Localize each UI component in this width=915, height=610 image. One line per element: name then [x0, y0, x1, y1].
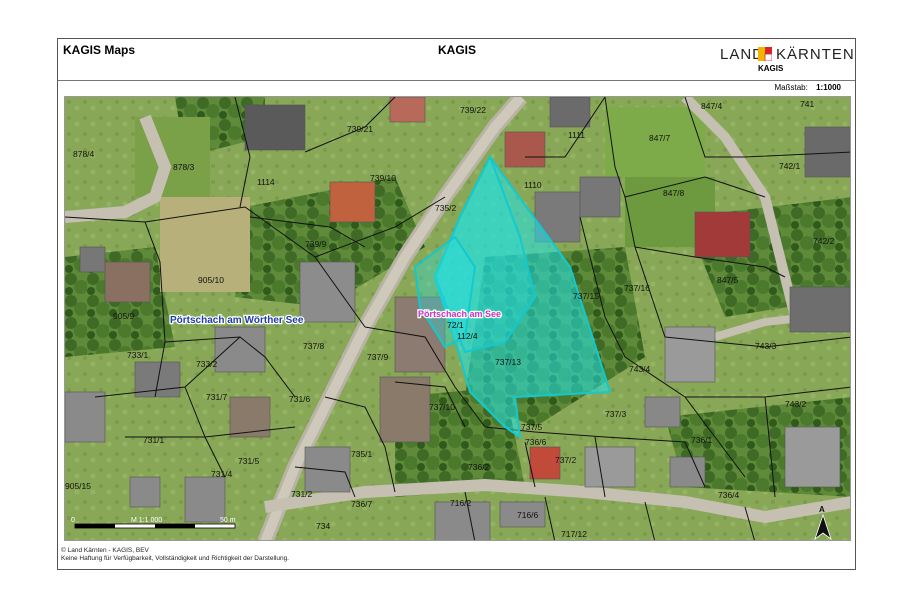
map-view[interactable]: 878/4 878/3 1114 739/21 739/22 847/4 741… — [64, 96, 851, 541]
scalebar-start: 0 — [71, 517, 75, 524]
parcel-label: 735/2 — [435, 203, 457, 213]
parcel-label: 716/6 — [517, 510, 539, 520]
center-title: KAGIS — [438, 43, 477, 57]
parcel-label: 737/10 — [429, 402, 455, 412]
parcel-label: 739/22 — [460, 105, 486, 115]
highlighted-parcel-label: 112/4 — [457, 331, 478, 341]
scale-label: Maßstab: — [774, 83, 808, 92]
scalebar-end: 50 m — [220, 517, 236, 524]
highlighted-parcel-label: 737/13 — [495, 357, 521, 367]
parcel-label: 847/4 — [701, 101, 723, 111]
scale-value: 1:1000 — [816, 83, 841, 92]
parcel-label: 736/1 — [691, 435, 713, 445]
parcel-label: 734 — [316, 521, 330, 531]
parcel-label: 741 — [800, 99, 814, 109]
parcel-label: 736/7 — [351, 499, 373, 509]
highlighted-parcel-label: 72/1 — [447, 320, 464, 330]
svg-text:A: A — [819, 505, 825, 514]
parcel-label: 731/7 — [206, 392, 228, 402]
parcel-label: 742/1 — [779, 161, 801, 171]
parcel-label: 737/15 — [573, 291, 599, 301]
copyright-line: © Land Kärnten - KAGIS, BEV — [61, 547, 149, 554]
parcel-label: 731/5 — [238, 456, 260, 466]
parcel-label: 847/5 — [717, 275, 739, 285]
copyright-footer: © Land Kärnten - KAGIS, BEV Keine Haftun… — [61, 547, 289, 563]
app-title: KAGIS Maps — [63, 43, 136, 57]
parcel-label: 737/3 — [605, 409, 627, 419]
parcel-label: 905/10 — [198, 275, 224, 285]
parcel-label: 743/2 — [785, 399, 807, 409]
parcel-label: 717/12 — [561, 529, 587, 539]
parcel-label: 1111 — [568, 130, 585, 140]
parcel-label: 847/8 — [663, 188, 685, 198]
header: KAGIS Maps KAGIS LAND KÄRNTEN KAGIS — [58, 39, 855, 81]
parcel-label: 737/5 — [521, 422, 543, 432]
parcel-label: 737/2 — [555, 455, 577, 465]
parcel-label: 733/2 — [196, 359, 218, 369]
parcel-label: 739/21 — [347, 124, 373, 134]
parcel-label: 736/4 — [718, 490, 740, 500]
parcel-label: 905/15 — [65, 481, 91, 491]
parcel-label: 742/2 — [813, 236, 835, 246]
parcel-label: 847/7 — [649, 133, 671, 143]
parcel-label: 1110 — [524, 180, 542, 190]
parcel-label: 737/9 — [367, 352, 389, 362]
parcel-label: 731/4 — [211, 469, 233, 479]
parcel-label: 743/3 — [755, 341, 777, 351]
land-kaernten-logo: LAND KÄRNTEN KAGIS — [718, 44, 854, 76]
parcel-label: 743/4 — [629, 364, 651, 374]
coat-of-arms-icon — [758, 47, 772, 61]
logo-right-word: KÄRNTEN — [776, 46, 855, 63]
parcel-label: 735/1 — [351, 449, 373, 459]
logo-sub-label: KAGIS — [758, 64, 784, 73]
parcel-label: 716/2 — [450, 498, 472, 508]
parcel-label: 739/10 — [370, 173, 396, 183]
highlight-label: Pörtschach am See — [418, 309, 501, 319]
parcel-label: 737/16 — [624, 283, 650, 293]
parcel-label: 731/6 — [289, 394, 311, 404]
scale-row: Maßstab: 1:1000 — [58, 81, 855, 96]
parcel-label: 733/1 — [127, 350, 149, 360]
orthophoto-map: 878/4 878/3 1114 739/21 739/22 847/4 741… — [65, 97, 850, 540]
parcel-label: 736/6 — [525, 437, 547, 447]
parcel-label: 878/4 — [73, 149, 95, 159]
scalebar-mid: M 1:1 000 — [131, 517, 162, 524]
disclaimer-line: Keine Haftung für Verfügbarkeit, Vollstä… — [61, 555, 289, 562]
parcel-label: 905/9 — [113, 311, 135, 321]
parcel-label: 737/8 — [303, 341, 325, 351]
map-print-frame: KAGIS Maps KAGIS LAND KÄRNTEN KAGIS Maßs… — [57, 38, 856, 570]
parcel-label: 731/1 — [143, 435, 165, 445]
parcel-label: 739/9 — [305, 239, 327, 249]
parcel-label: 1114 — [257, 177, 275, 187]
parcel-label: 731/2 — [291, 489, 313, 499]
parcel-label: 736/2 — [468, 462, 490, 472]
parcel-label: 878/3 — [173, 162, 195, 172]
place-label: Pörtschach am Wörther See — [170, 315, 304, 326]
